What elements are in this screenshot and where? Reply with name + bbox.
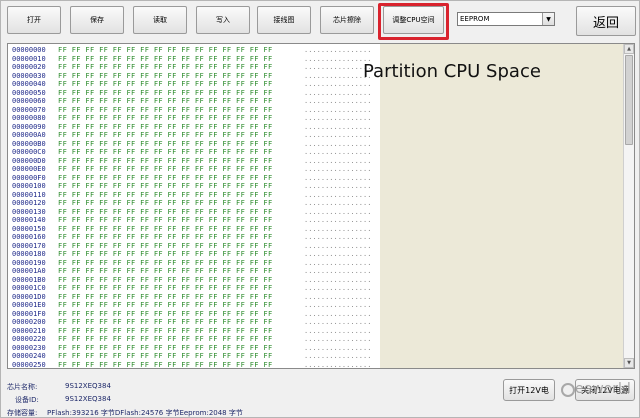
watermark: eeworld	[575, 381, 631, 397]
ascii-area[interactable]: ........................................…	[298, 44, 380, 368]
watermark-icon	[561, 383, 575, 397]
device-id-label: 设备ID:	[15, 396, 39, 404]
hex-row-address: 00000250	[12, 360, 46, 369]
chip-name-value: 9S12XEQ384	[65, 382, 111, 390]
vertical-scrollbar[interactable]: ▲ ▼	[623, 44, 634, 368]
write-button[interactable]: 写入	[196, 6, 250, 34]
wiring-diagram-button[interactable]: 接线图	[257, 6, 311, 34]
memory-type-value: EEPROM	[460, 15, 490, 23]
annotation-label: Partition CPU Space	[363, 61, 541, 82]
storage-value: PFlash:393216 字节DFlash:24576 字节Eeprom:20…	[47, 409, 243, 417]
app-window: 打开 保存 读取 写入 接线图 芯片擦除 调整CPU空间 EEPROM ▼ 返回…	[0, 0, 640, 418]
storage-label: 存储容量:	[7, 409, 38, 417]
device-id-value: 9S12XEQ384	[65, 395, 111, 403]
adjust-cpu-space-button[interactable]: 调整CPU空间	[383, 6, 444, 34]
chevron-down-icon[interactable]: ▼	[542, 13, 554, 25]
scroll-thumb[interactable]	[625, 55, 633, 145]
read-button[interactable]: 读取	[133, 6, 187, 34]
hex-row: 00000250 FF FF FF FF FF FF FF FF FF FF FF…	[12, 361, 273, 369]
scroll-down-icon[interactable]: ▼	[624, 358, 634, 368]
chip-name-label: 芯片名称:	[7, 383, 38, 391]
hex-row-bytes[interactable]: FF FF FF FF FF FF FF FF FF FF FF FF FF F…	[58, 361, 273, 369]
hex-editor-panel: 00000000 FF FF FF FF FF FF FF FF FF FF FF…	[7, 43, 635, 369]
save-button[interactable]: 保存	[70, 6, 124, 34]
memory-type-select[interactable]: EEPROM ▼	[457, 12, 555, 26]
back-button[interactable]: 返回	[576, 6, 636, 36]
scroll-up-icon[interactable]: ▲	[624, 44, 634, 54]
open-12v-button[interactable]: 打开12V电	[503, 379, 555, 401]
hex-area[interactable]: 00000000 FF FF FF FF FF FF FF FF FF FF FF…	[8, 44, 298, 368]
open-button[interactable]: 打开	[7, 6, 61, 34]
ascii-row: ................	[304, 360, 372, 369]
chip-erase-button[interactable]: 芯片擦除	[320, 6, 374, 34]
